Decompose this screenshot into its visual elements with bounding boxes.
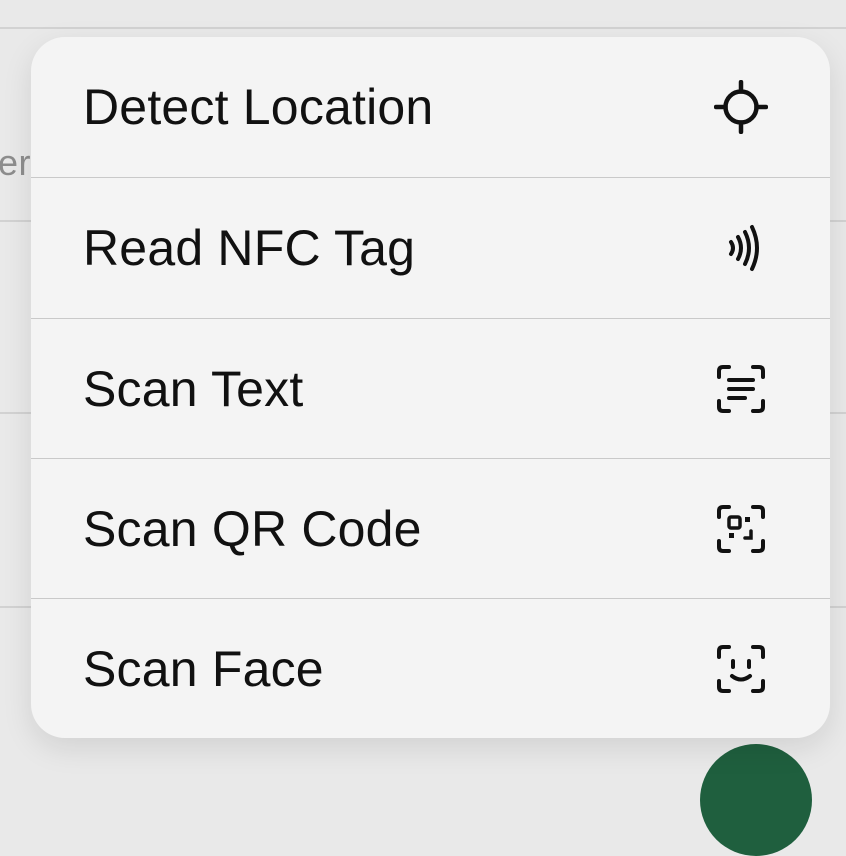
menu-item-label: Scan Text [83,361,304,417]
location-crosshair-icon [714,80,768,134]
background-partial-text: er [0,142,32,183]
floating-action-button[interactable] [700,744,812,856]
context-menu: Detect Location Read NFC Tag Scan Text S… [31,37,830,738]
scan-text-icon [717,365,765,413]
background-separator-top [0,27,846,29]
menu-item-read-nfc-tag[interactable]: Read NFC Tag [31,178,830,318]
menu-item-scan-face[interactable]: Scan Face [31,599,830,738]
menu-item-scan-qr-code[interactable]: Scan QR Code [31,459,830,599]
menu-item-label: Scan QR Code [83,501,422,557]
scan-face-icon [717,645,765,693]
menu-item-scan-text[interactable]: Scan Text [31,319,830,459]
menu-item-label: Scan Face [83,641,324,697]
menu-item-label: Read NFC Tag [83,220,416,276]
nfc-icon [729,225,759,271]
menu-item-label: Detect Location [83,79,434,135]
menu-item-detect-location[interactable]: Detect Location [31,37,830,177]
scan-qr-icon [717,505,765,553]
